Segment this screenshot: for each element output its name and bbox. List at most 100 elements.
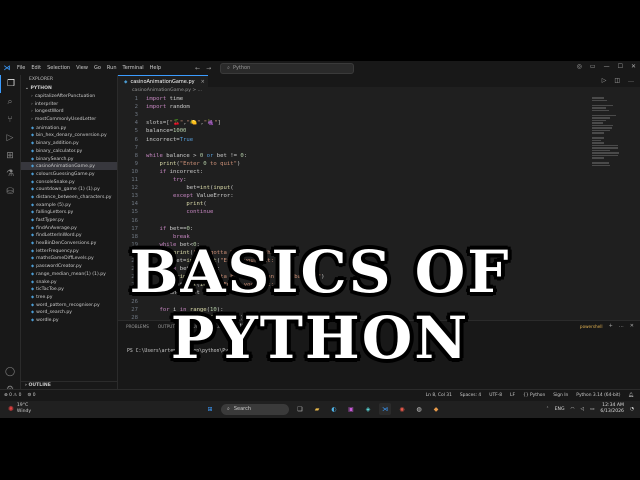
chevron-up-icon[interactable]: ˄ [546,407,548,412]
code-line[interactable]: while balance > 0 or bet != 0: [146,153,247,159]
file-item[interactable]: ◆ word_pattern_recogniser.py [21,301,117,309]
file-item[interactable]: ◆ distance_between_characters.py [21,193,117,201]
search-icon[interactable]: ⌕ [0,93,20,111]
code-line[interactable]: bet=int(input( [146,185,233,191]
status-problems[interactable]: ⊗ 0 ⚠ 0 [4,393,21,398]
code-line[interactable]: bet=int(input("Enter your bet: ")) [146,258,288,264]
code-line[interactable]: import random [146,104,190,110]
file-item[interactable]: ◆ animation.py [21,124,117,132]
menu-edit[interactable]: Edit [28,65,44,71]
file-item[interactable]: ◆ fastTyper.py [21,216,117,224]
code-line[interactable]: break [146,234,190,240]
code-line[interactable]: bet=int(input("Enter your bet: ")) [146,282,288,288]
code-line[interactable]: while bet<0: [146,242,199,248]
volume-icon[interactable]: ◁ [581,407,585,412]
folder-item[interactable]: › mostCommonlyUsedLetter [21,116,117,124]
code-editor[interactable]: 1 import time 2 import random 3 4 slots=["🍒","… [118,96,598,346]
code-line[interactable]: while bet>balance: [146,266,220,272]
tab-output[interactable]: OUTPUT [158,324,175,329]
edge-icon[interactable]: ◐ [328,403,340,415]
file-item[interactable]: ◆ coloursGuessingGame.py [21,170,117,178]
breadcrumb[interactable]: casinoAnimationGame.py > ... [118,87,640,95]
folder-item[interactable]: › longestWord [21,108,117,116]
run-debug-icon[interactable]: ▷ [0,129,20,147]
file-item[interactable]: ◆ fallingLetters.py [21,208,117,216]
file-item[interactable]: ◆ casinoAnimationGame.py [21,162,117,170]
minimap[interactable] [592,97,632,166]
language-indicator[interactable]: ENG [555,407,565,412]
minimize-icon[interactable]: — [604,63,610,70]
file-item[interactable]: ◆ consoleSnake.py [21,178,117,186]
more-icon[interactable]: … [619,323,624,329]
add-terminal-icon[interactable]: + [609,323,613,329]
file-item[interactable]: ◆ example (5).py [21,201,117,209]
vscode-taskbar-icon[interactable]: ⋊ [379,403,391,415]
status-encoding[interactable]: UTF-8 [489,393,502,398]
extensions-icon[interactable]: ⊞ [0,147,20,165]
file-item[interactable]: ◆ range_median_mean(1) (1).py [21,270,117,278]
tab-terminal[interactable]: TERMINAL [229,323,251,330]
python-icon[interactable]: ⛁ [0,183,20,201]
file-item[interactable]: ◆ binary_addition.py [21,139,117,147]
code-line[interactable]: if incorrect: [146,169,203,175]
notification-icon[interactable]: ◔ [630,407,634,412]
file-explorer-icon[interactable]: ▰ [311,403,323,415]
more-icon[interactable]: … [628,77,634,84]
file-item[interactable]: ◆ bin_hex_denary_conversion.py [21,131,117,139]
file-item[interactable]: ◆ mathsGameDiffLevels.py [21,254,117,262]
code-line[interactable]: import time [146,96,183,102]
code-line[interactable]: slots=["🍒","🍋","🍇"] [146,120,221,126]
code-line[interactable]: print( [146,201,206,207]
code-line[interactable]: print("Enter 0 to quit") [146,161,240,167]
file-item[interactable]: ◆ word_search.py [21,308,117,316]
folder-item[interactable]: › interpriter [21,101,117,109]
status-interpreter[interactable]: Python 3.14 (64-bit) [576,393,620,398]
bell-icon[interactable]: 🔔︎ [628,393,634,398]
code-line[interactable]: incorrect=True [146,137,193,143]
shell-selector[interactable]: powershell [580,324,603,329]
folder-item[interactable]: › capitalizeAfterPunctuation [21,93,117,101]
file-item[interactable]: ◆ wordle.py [21,316,117,324]
menu-run[interactable]: Run [104,65,120,71]
code-line[interactable]: print("Bet gotta be higher than 0") [146,250,291,256]
app-icon-3[interactable]: ◆ [430,403,442,415]
menu-terminal[interactable]: Terminal [120,65,147,71]
forward-arrow-icon[interactable]: → [203,65,214,72]
account-icon[interactable]: ◯ [0,363,20,381]
menu-help[interactable]: Help [147,65,164,71]
app-icon-2[interactable]: ◍ [413,403,425,415]
store-icon[interactable]: ▣ [345,403,357,415]
project-folder[interactable]: ⌄ PYTHON [21,85,117,93]
split-editor-icon[interactable]: ◫ [614,77,620,84]
file-item[interactable]: ◆ binarySearch.py [21,155,117,163]
status-language[interactable]: {} Python [523,393,545,398]
status-ports[interactable]: ⚙ 0 [27,393,35,398]
testing-icon[interactable]: ⚗ [0,165,20,183]
file-item[interactable]: ◆ findLetterInWord.py [21,231,117,239]
weather-widget[interactable]: ✺ 19°C Windy [8,403,31,415]
maximize-icon[interactable]: ☐ [618,63,623,70]
explorer-icon[interactable]: ❐ [0,75,21,93]
tab-debug-console[interactable]: DEBUG CONSOLE [184,324,221,329]
app-icon[interactable]: ◈ [362,403,374,415]
close-panel-icon[interactable]: ✕ [630,323,634,329]
file-item[interactable]: ◆ countdown_game (1) (1).py [21,185,117,193]
terminal-prompt[interactable]: PS C:\Users\artem\Desktop\python\Python> [127,349,243,354]
run-icon[interactable]: ▷ [602,77,607,84]
file-item[interactable]: ◆ letterFrequency.py [21,247,117,255]
menu-go[interactable]: Go [91,65,104,71]
menu-file[interactable]: File [14,65,28,71]
file-item[interactable]: ◆ findAnAverage.py [21,224,117,232]
tab-problems[interactable]: PROBLEMS [126,324,149,329]
clock[interactable]: 12:34 AM 6/13/2026 [600,403,624,415]
status-sign-in[interactable]: Sign In [553,393,568,398]
code-line[interactable]: balance=1000 [146,128,186,134]
close-tab-icon[interactable]: × [201,79,205,85]
code-line[interactable]: continue [146,209,213,215]
menu-selection[interactable]: Selection [44,65,73,71]
task-view-icon[interactable]: ❏ [294,403,306,415]
status-cursor[interactable]: Ln 8, Col 31 [426,393,452,398]
file-item[interactable]: ◆ binary_calculator.py [21,147,117,155]
file-item[interactable]: ◆ passwordCreator.py [21,262,117,270]
close-icon[interactable]: ✕ [631,63,636,70]
